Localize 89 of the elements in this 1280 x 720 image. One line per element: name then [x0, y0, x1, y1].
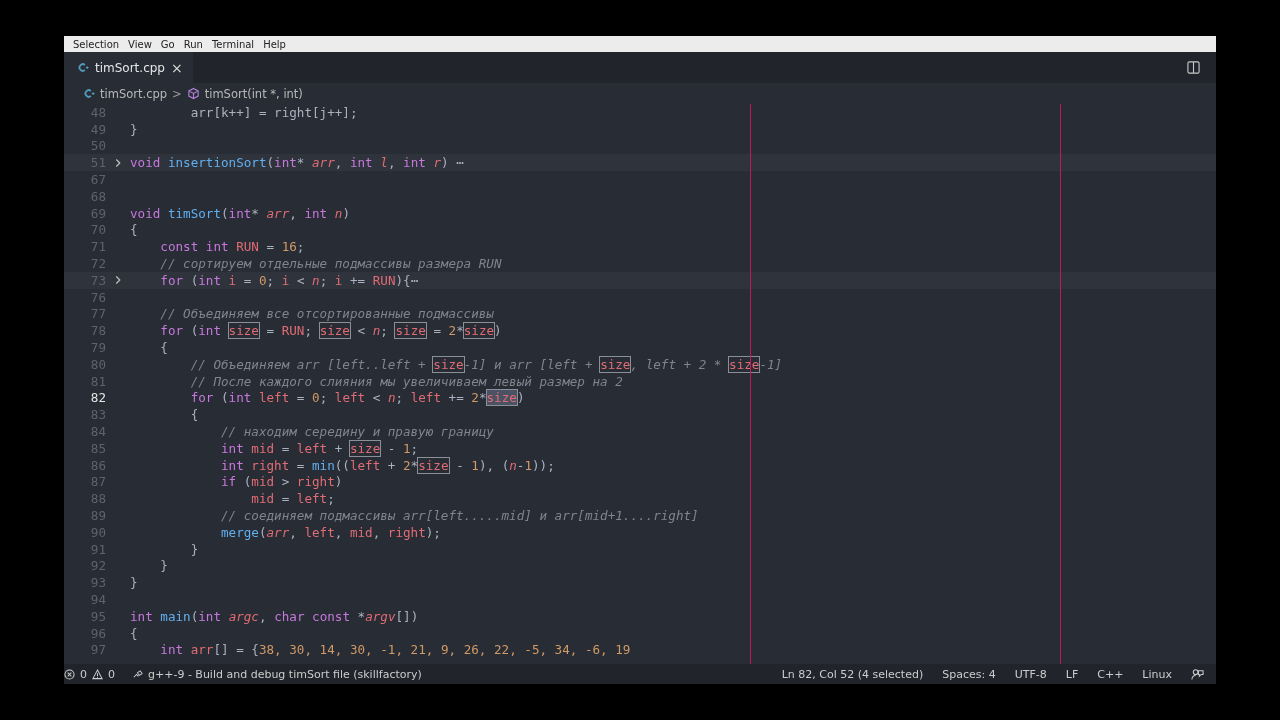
editor-tab[interactable]: timSort.cpp ×: [64, 52, 193, 83]
line-number: 77: [89, 306, 106, 322]
code-line: const int RUN = 16;: [159, 239, 305, 255]
status-item[interactable]: Ln 82, Col 52 (4 selected): [781, 667, 924, 681]
warning-icon[interactable]: [92, 668, 103, 680]
line-number: 79: [89, 340, 106, 356]
code-line: }: [130, 575, 138, 591]
code-line: // После каждого слияния мы увеличиваем левый размер на 2: [189, 373, 623, 389]
line-number: 91: [89, 541, 106, 557]
status-item[interactable]: Spaces: 4: [942, 667, 996, 681]
error-count[interactable]: 0: [80, 667, 87, 681]
code-line: mid = left;: [250, 491, 335, 507]
line-number: 50: [89, 138, 106, 154]
code-line: }: [159, 558, 168, 574]
chevron-right-icon[interactable]: [114, 275, 122, 286]
status-item[interactable]: C++: [1097, 667, 1124, 681]
code-line: for (int size = RUN; size < n; size = 2*size): [159, 323, 502, 339]
line-number: 95: [89, 608, 106, 624]
line-number: 69: [89, 205, 106, 221]
line-number: 78: [89, 323, 106, 339]
cpp-file-icon: [78, 62, 89, 73]
menu-item[interactable]: Terminal: [211, 38, 255, 50]
line-number: 71: [89, 239, 106, 255]
line-number: 84: [89, 424, 106, 440]
error-icon[interactable]: [64, 668, 75, 680]
line-number: 83: [89, 407, 106, 423]
code-line: // соединяем подмассивы arr[left.....mid] и arr[mid+1....right]: [220, 508, 699, 523]
line-number: 80: [89, 356, 106, 372]
line-number: 48: [89, 104, 106, 120]
code-line: void timSort(int* arr, int n): [130, 205, 350, 221]
warning-count[interactable]: 0: [108, 667, 115, 681]
breadcrumb-item[interactable]: timSort.cpp: [100, 86, 168, 101]
line-number: 97: [89, 642, 106, 658]
close-icon[interactable]: ×: [171, 59, 183, 76]
line-number: 76: [89, 289, 106, 305]
feedback-icon[interactable]: [1191, 667, 1204, 681]
line-number: 89: [89, 508, 106, 523]
build-task-icon[interactable]: [132, 668, 143, 680]
cube-icon: [186, 87, 200, 100]
build-task[interactable]: g++-9 - Build and debug timSort file (skillfactory): [148, 667, 422, 681]
code-line: }: [130, 121, 138, 137]
code-line: for (int left = 0; left < n; left += 2*size): [189, 390, 525, 406]
line-number: 86: [89, 457, 106, 473]
code-line: // сортируем отдельные подмассивы размера RUN: [159, 256, 502, 272]
chevron-right-icon[interactable]: [114, 157, 122, 168]
menu-item[interactable]: Help: [263, 38, 286, 50]
code-line: {: [130, 222, 138, 238]
line-number: 87: [89, 474, 106, 490]
menu-item[interactable]: Go: [160, 38, 175, 50]
line-number: 49: [89, 121, 106, 137]
code-line: void insertionSort(int* arr, int l, int r) ⋯: [130, 155, 464, 171]
line-number: 94: [89, 592, 106, 607]
line-number: 68: [89, 188, 106, 204]
code-line: merge(arr, left, mid, right);: [220, 524, 441, 540]
code-line: {: [130, 625, 138, 641]
code-line: }: [189, 541, 199, 557]
menu-item[interactable]: Run: [183, 38, 203, 50]
breadcrumb-separator: >: [172, 86, 182, 101]
line-number: 81: [89, 373, 106, 389]
line-number: 85: [89, 440, 106, 456]
line-number: 96: [89, 625, 106, 641]
menu-item[interactable]: Selection: [73, 38, 120, 50]
code-line: int mid = left + size - 1;: [220, 440, 419, 456]
line-number: 93: [89, 575, 106, 591]
status-item[interactable]: Linux: [1142, 667, 1172, 681]
line-number: 90: [89, 524, 106, 540]
line-number: 88: [89, 491, 106, 507]
code-line: {: [159, 340, 168, 356]
tab-label: timSort.cpp: [95, 60, 165, 75]
code-line: int main(int argc, char const *argv[]): [130, 608, 419, 624]
line-number: 70: [89, 222, 106, 238]
code-line: int right = min((left + 2*size - 1), (n-1));: [220, 457, 555, 473]
line-number: 67: [89, 172, 106, 188]
code-line: for (int i = 0; i < n; i += RUN){⋯: [159, 272, 419, 288]
status-item[interactable]: UTF-8: [1014, 667, 1047, 681]
status-item[interactable]: LF: [1065, 667, 1079, 681]
code-line: if (mid > right): [220, 474, 343, 490]
line-number: 82: [89, 390, 106, 406]
breadcrumb-item[interactable]: timSort(int *, int): [204, 86, 303, 101]
line-number: 92: [89, 558, 106, 574]
code-line: {: [189, 407, 199, 423]
code-line: // Объединяем все отсортированные подмассивы: [159, 306, 494, 322]
code-line: int arr[] = {38, 30, 14, 30, -1, 21, 9, 26, 22, -5, 34, -6, 19: [159, 642, 631, 658]
cpp-file-icon: [84, 88, 95, 99]
code-line: arr[k++] = right[j++];: [189, 104, 358, 120]
code-line: // находим середину и правую границу: [220, 424, 494, 440]
line-number: 72: [89, 256, 106, 272]
menu-item[interactable]: View: [128, 38, 152, 50]
split-editor-icon[interactable]: [1187, 61, 1200, 74]
